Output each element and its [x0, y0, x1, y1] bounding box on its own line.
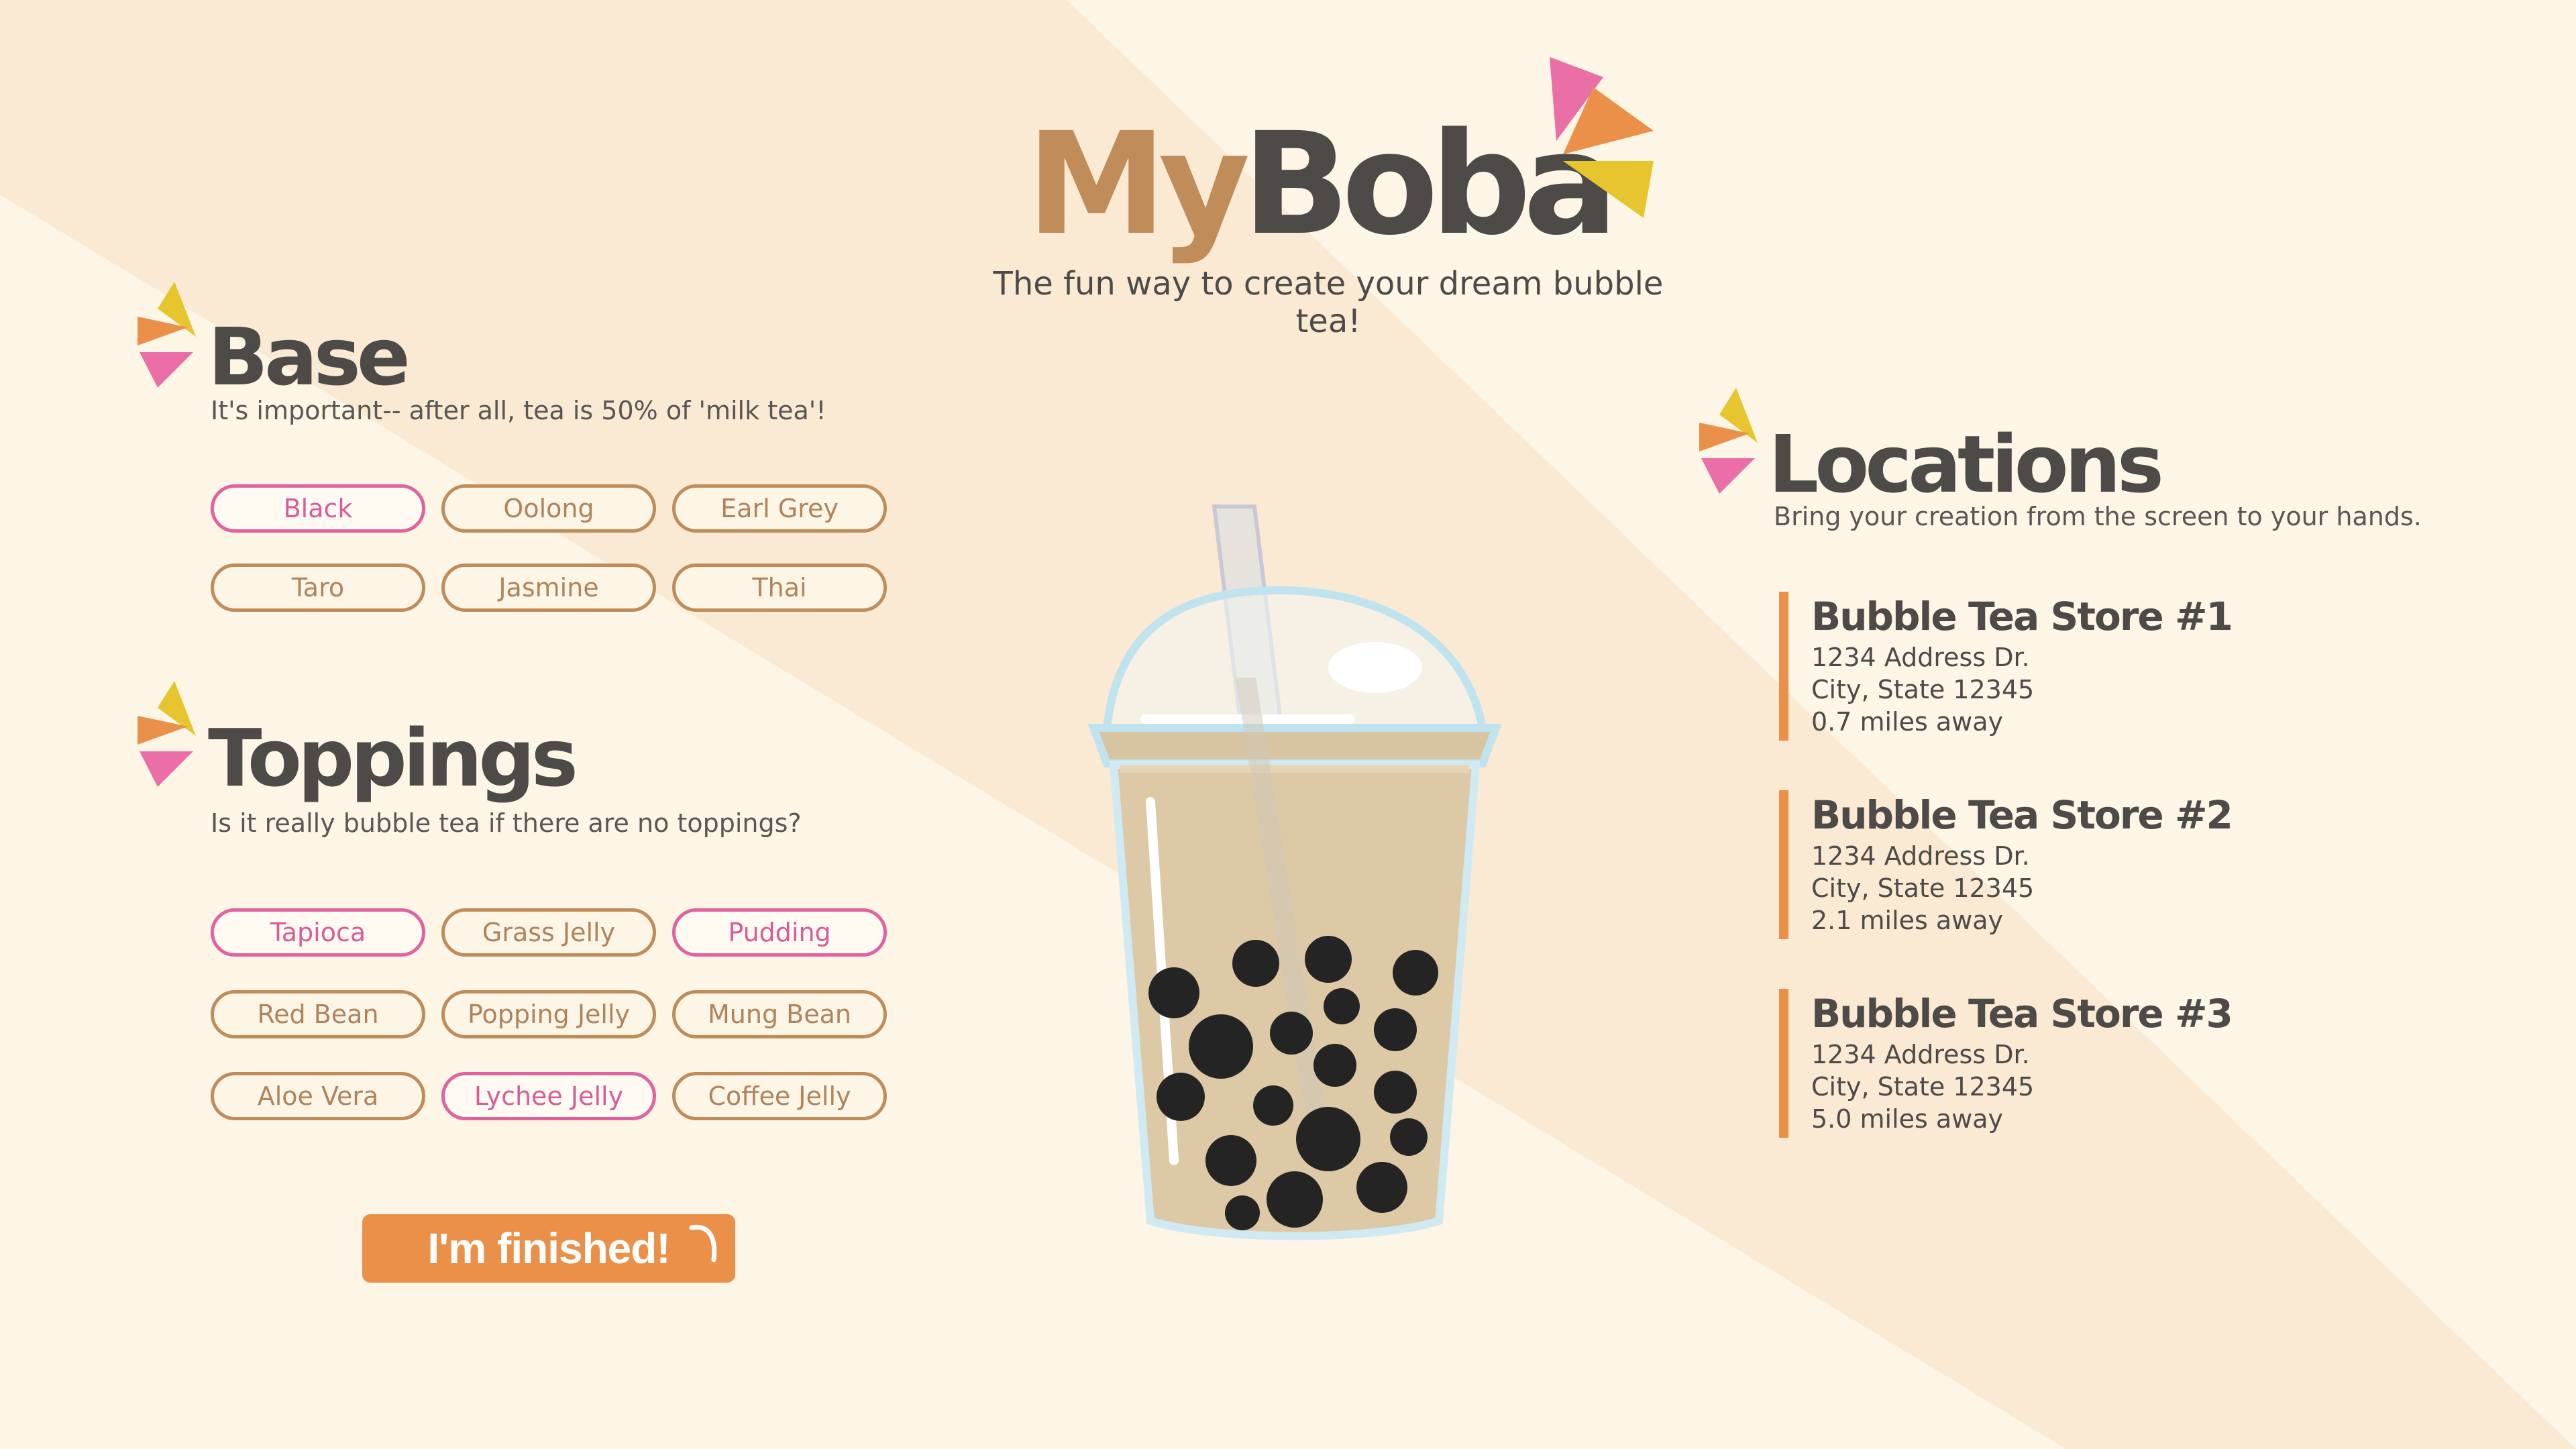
topping-option-pill[interactable]: Grass Jelly — [441, 908, 656, 957]
pinwheel-icon — [1550, 57, 1654, 218]
store-card[interactable]: Bubble Tea Store #1 1234 Address Dr. Cit… — [1779, 592, 2383, 741]
pinwheel-icon — [1699, 388, 1758, 494]
bubble-tea-illustration — [1087, 504, 1502, 1240]
toppings-subtitle: Is it really bubble tea if there are no … — [211, 808, 802, 838]
base-option-pill[interactable]: Oolong — [441, 484, 656, 533]
topping-option-pill[interactable]: Mung Bean — [672, 990, 887, 1038]
store-distance: 2.1 miles away — [1811, 906, 2004, 935]
store-name: Bubble Tea Store #1 — [1811, 594, 2233, 639]
base-option-pill[interactable]: Earl Grey — [672, 484, 887, 533]
logo-my: My — [1026, 102, 1250, 266]
tagline: The fun way to create your dream bubble … — [993, 265, 1664, 340]
store-distance: 5.0 miles away — [1811, 1104, 2004, 1134]
store-city: City, State 12345 — [1811, 1072, 2035, 1102]
base-title: Base — [208, 311, 411, 403]
topping-option-pill[interactable]: Pudding — [672, 908, 887, 957]
finish-button-label: I'm finished! — [427, 1224, 670, 1273]
base-option-pill[interactable]: Thai — [672, 564, 887, 612]
topping-option-pill[interactable]: Popping Jelly — [441, 990, 656, 1038]
store-address: 1234 Address Dr. — [1811, 841, 2030, 871]
locations-subtitle: Bring your creation from the screen to y… — [1774, 502, 2422, 531]
finish-button[interactable]: I'm finished! — [362, 1214, 735, 1283]
pinwheel-icon — [138, 282, 196, 388]
toppings-title: Toppings — [208, 712, 578, 804]
toppings-options: Tapioca Grass Jelly Pudding Red Bean Popping… — [211, 908, 887, 1120]
base-options: Black Oolong Earl Grey Taro Jasmine Thai — [211, 484, 887, 612]
base-option-pill[interactable]: Taro — [211, 564, 425, 612]
base-option-pill[interactable]: Jasmine — [441, 564, 656, 612]
store-card[interactable]: Bubble Tea Store #3 1234 Address Dr. Cit… — [1779, 989, 2383, 1138]
store-card[interactable]: Bubble Tea Store #2 1234 Address Dr. Cit… — [1779, 790, 2383, 939]
store-name: Bubble Tea Store #2 — [1811, 792, 2233, 838]
topping-option-pill[interactable]: Aloe Vera — [211, 1072, 425, 1120]
store-city: City, State 12345 — [1811, 873, 2035, 903]
shine-icon — [689, 1224, 717, 1263]
topping-option-pill[interactable]: Coffee Jelly — [672, 1072, 887, 1120]
base-option-pill[interactable]: Black — [211, 484, 425, 533]
pinwheel-icon — [138, 681, 196, 787]
topping-option-pill[interactable]: Lychee Jelly — [441, 1072, 656, 1120]
base-subtitle: It's important-- after all, tea is 50% o… — [211, 396, 826, 425]
store-name: Bubble Tea Store #3 — [1811, 991, 2233, 1036]
topping-option-pill[interactable]: Tapioca — [211, 908, 425, 957]
locations-title: Locations — [1768, 418, 2164, 511]
store-distance: 0.7 miles away — [1811, 707, 2004, 737]
store-city: City, State 12345 — [1811, 675, 2035, 704]
store-address: 1234 Address Dr. — [1811, 1040, 2030, 1069]
store-address: 1234 Address Dr. — [1811, 643, 2030, 672]
topping-option-pill[interactable]: Red Bean — [211, 990, 425, 1038]
